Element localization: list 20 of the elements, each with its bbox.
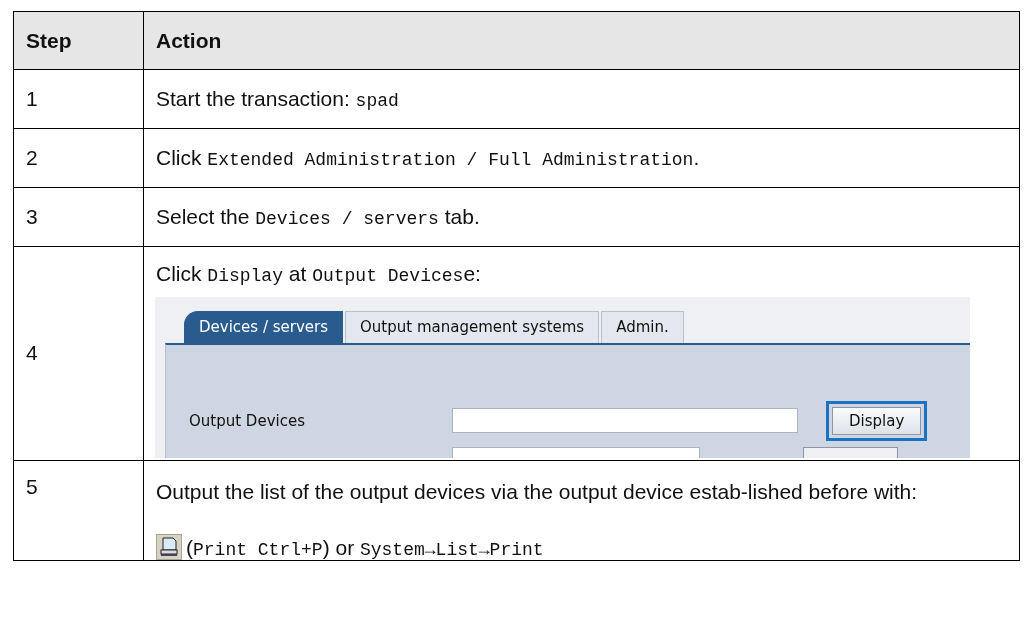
printer-icon[interactable] <box>156 534 182 561</box>
column-header: Step <box>13 11 144 70</box>
step-number: 5 <box>13 460 144 561</box>
display-button[interactable]: Display <box>832 406 922 435</box>
step-number: 3 <box>13 187 144 247</box>
step-number: 2 <box>13 128 144 188</box>
column-header: Action <box>143 11 1020 70</box>
tab[interactable]: Output management systems <box>345 310 600 344</box>
tab[interactable]: Admin. <box>601 310 684 344</box>
step-instruction: Start the transaction: spad <box>156 86 400 114</box>
step-number: 1 <box>13 69 144 129</box>
step-instruction: Click Extended Administration / Full Administration. <box>156 145 701 173</box>
step-instruction: Output the list of the output devices via the output device estab-lished before with: <box>156 478 919 505</box>
input-field[interactable] <box>452 408 798 434</box>
step-instruction: Select the Devices / servers tab. <box>156 204 481 232</box>
field-label: Output Devices <box>189 411 306 430</box>
print-command: (Print Ctrl+P) or System→List→Print <box>186 536 544 561</box>
step-instruction: Click Display at Output Devicese: <box>156 261 482 288</box>
tab[interactable]: Devices / servers <box>184 310 343 344</box>
step-number: 4 <box>13 246 144 461</box>
